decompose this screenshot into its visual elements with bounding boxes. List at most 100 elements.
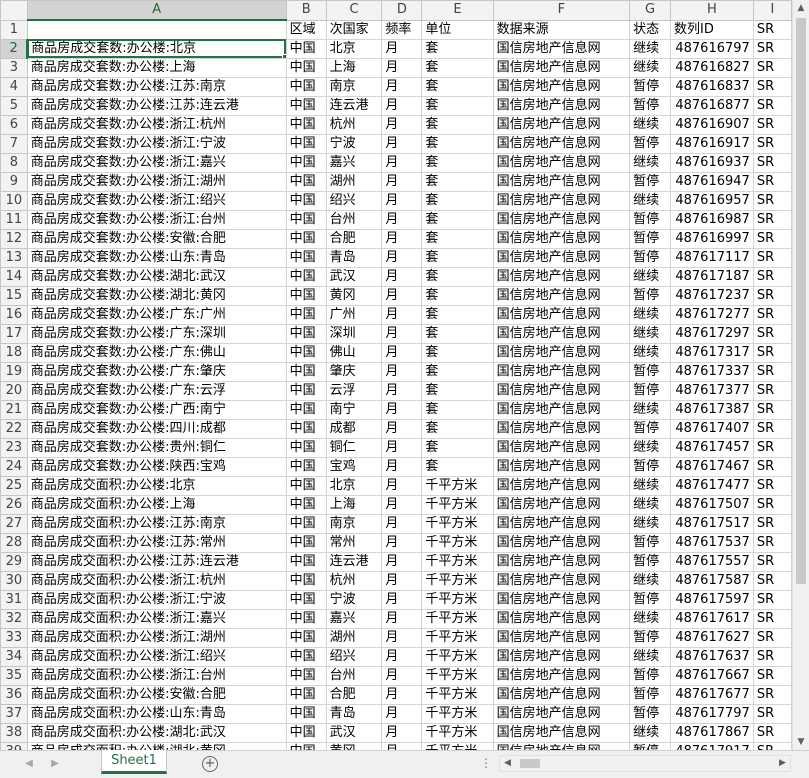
row-header[interactable]: 9 <box>0 171 28 192</box>
horizontal-scroll-thumb[interactable] <box>520 759 540 768</box>
cell[interactable]: SR <box>752 513 792 534</box>
cell[interactable]: 月 <box>381 285 423 306</box>
cell[interactable]: 千平方米 <box>421 684 494 705</box>
cell[interactable]: SR <box>752 152 792 173</box>
cell[interactable]: 佛山 <box>325 342 383 363</box>
cell[interactable]: 487617407 <box>670 418 754 439</box>
cell[interactable]: 月 <box>381 266 423 287</box>
column-header-g[interactable]: G <box>629 0 672 21</box>
cell[interactable]: 国信房地产信息网 <box>492 608 631 629</box>
cell[interactable]: 月 <box>381 57 423 78</box>
row-header[interactable]: 10 <box>0 190 28 211</box>
row-header[interactable]: 30 <box>0 570 28 591</box>
cell[interactable]: 绍兴 <box>325 190 383 211</box>
cell[interactable]: 商品房成交套数:办公楼:广东:肇庆 <box>26 361 287 382</box>
row-header[interactable]: 6 <box>0 114 28 135</box>
cell[interactable]: 继续 <box>629 608 672 629</box>
cell[interactable]: 国信房地产信息网 <box>492 209 631 230</box>
cell[interactable]: SR <box>752 38 792 59</box>
cell[interactable]: 连云港 <box>325 551 383 572</box>
cell[interactable]: 月 <box>381 76 423 97</box>
cell[interactable]: 南宁 <box>325 399 383 420</box>
column-header-d[interactable]: D <box>381 0 423 21</box>
cell[interactable]: 中国 <box>285 570 327 591</box>
cell[interactable]: 商品房成交面积:办公楼:浙江:绍兴 <box>26 646 287 667</box>
cell[interactable]: SR <box>752 570 792 591</box>
cell[interactable]: 套 <box>421 247 494 268</box>
cell[interactable]: 暂停 <box>629 361 672 382</box>
cell[interactable]: 月 <box>381 532 423 553</box>
cell[interactable]: 国信房地产信息网 <box>492 703 631 724</box>
cell[interactable]: 月 <box>381 418 423 439</box>
cell[interactable]: 暂停 <box>629 627 672 648</box>
cell[interactable]: 国信房地产信息网 <box>492 722 631 743</box>
cell[interactable]: 千平方米 <box>421 703 494 724</box>
row-header[interactable]: 16 <box>0 304 28 325</box>
row-header[interactable]: 35 <box>0 665 28 686</box>
cell[interactable]: 状态 <box>629 19 672 40</box>
cell[interactable]: 暂停 <box>629 741 672 750</box>
cell[interactable]: 套 <box>421 190 494 211</box>
cell[interactable]: 487616997 <box>670 228 754 249</box>
cell[interactable]: 次国家 <box>325 19 383 40</box>
cell[interactable]: 套 <box>421 380 494 401</box>
cell[interactable]: 月 <box>381 323 423 344</box>
cell[interactable]: 月 <box>381 665 423 686</box>
cell[interactable]: 中国 <box>285 133 327 154</box>
cell[interactable]: SR <box>752 209 792 230</box>
cell[interactable]: 487617637 <box>670 646 754 667</box>
cell[interactable]: 月 <box>381 475 423 496</box>
cell[interactable]: 暂停 <box>629 456 672 477</box>
cell[interactable]: 暂停 <box>629 684 672 705</box>
cell[interactable]: 月 <box>381 589 423 610</box>
row-header[interactable]: 28 <box>0 532 28 553</box>
vertical-scroll-thumb[interactable] <box>796 18 806 584</box>
cell[interactable]: 继续 <box>629 266 672 287</box>
cell[interactable]: 487617557 <box>670 551 754 572</box>
cell[interactable]: 千平方米 <box>421 570 494 591</box>
cell[interactable]: 继续 <box>629 323 672 344</box>
cell[interactable]: 487616987 <box>670 209 754 230</box>
cell[interactable]: 连云港 <box>325 95 383 116</box>
cell[interactable]: 暂停 <box>629 247 672 268</box>
cell[interactable]: 中国 <box>285 665 327 686</box>
cell[interactable]: 暂停 <box>629 133 672 154</box>
row-header[interactable]: 29 <box>0 551 28 572</box>
cell[interactable]: 宁波 <box>325 589 383 610</box>
cell[interactable]: 暂停 <box>629 285 672 306</box>
cell[interactable]: 月 <box>381 722 423 743</box>
cell[interactable]: 中国 <box>285 304 327 325</box>
cell[interactable]: 487617467 <box>670 456 754 477</box>
plus-circle-icon[interactable]: + <box>202 756 218 772</box>
cell[interactable]: 国信房地产信息网 <box>492 304 631 325</box>
cell[interactable]: 商品房成交面积:办公楼:浙江:宁波 <box>26 589 287 610</box>
cell[interactable]: 套 <box>421 437 494 458</box>
cell[interactable]: 中国 <box>285 513 327 534</box>
cell[interactable]: 暂停 <box>629 532 672 553</box>
cell[interactable]: 商品房成交套数:办公楼:广东:云浮 <box>26 380 287 401</box>
row-header[interactable]: 36 <box>0 684 28 705</box>
cell[interactable]: 月 <box>381 247 423 268</box>
cell[interactable]: 商品房成交面积:办公楼:浙江:台州 <box>26 665 287 686</box>
cell[interactable]: 千平方米 <box>421 494 494 515</box>
column-header-a[interactable]: A <box>26 0 287 21</box>
cell[interactable]: 中国 <box>285 399 327 420</box>
cell[interactable]: 套 <box>421 323 494 344</box>
cell[interactable]: 月 <box>381 38 423 59</box>
cell[interactable]: 商品房成交套数:办公楼:安徽:合肥 <box>26 228 287 249</box>
cell[interactable]: 青岛 <box>325 703 383 724</box>
cell[interactable]: 商品房成交面积:办公楼:浙江:嘉兴 <box>26 608 287 629</box>
row-header[interactable]: 12 <box>0 228 28 249</box>
cell[interactable]: 月 <box>381 456 423 477</box>
cell[interactable]: 成都 <box>325 418 383 439</box>
cell[interactable]: 国信房地产信息网 <box>492 266 631 287</box>
cell[interactable]: SR <box>752 114 792 135</box>
cell[interactable]: 嘉兴 <box>325 152 383 173</box>
cell[interactable]: 487617627 <box>670 627 754 648</box>
cell[interactable]: 商品房成交套数:办公楼:北京 <box>26 38 287 59</box>
cell[interactable]: 商品房成交面积:办公楼:江苏:常州 <box>26 532 287 553</box>
cell[interactable]: 商品房成交面积:办公楼:安徽:合肥 <box>26 684 287 705</box>
cell[interactable]: 中国 <box>285 703 327 724</box>
cell[interactable]: 487617337 <box>670 361 754 382</box>
cell[interactable]: 套 <box>421 76 494 97</box>
